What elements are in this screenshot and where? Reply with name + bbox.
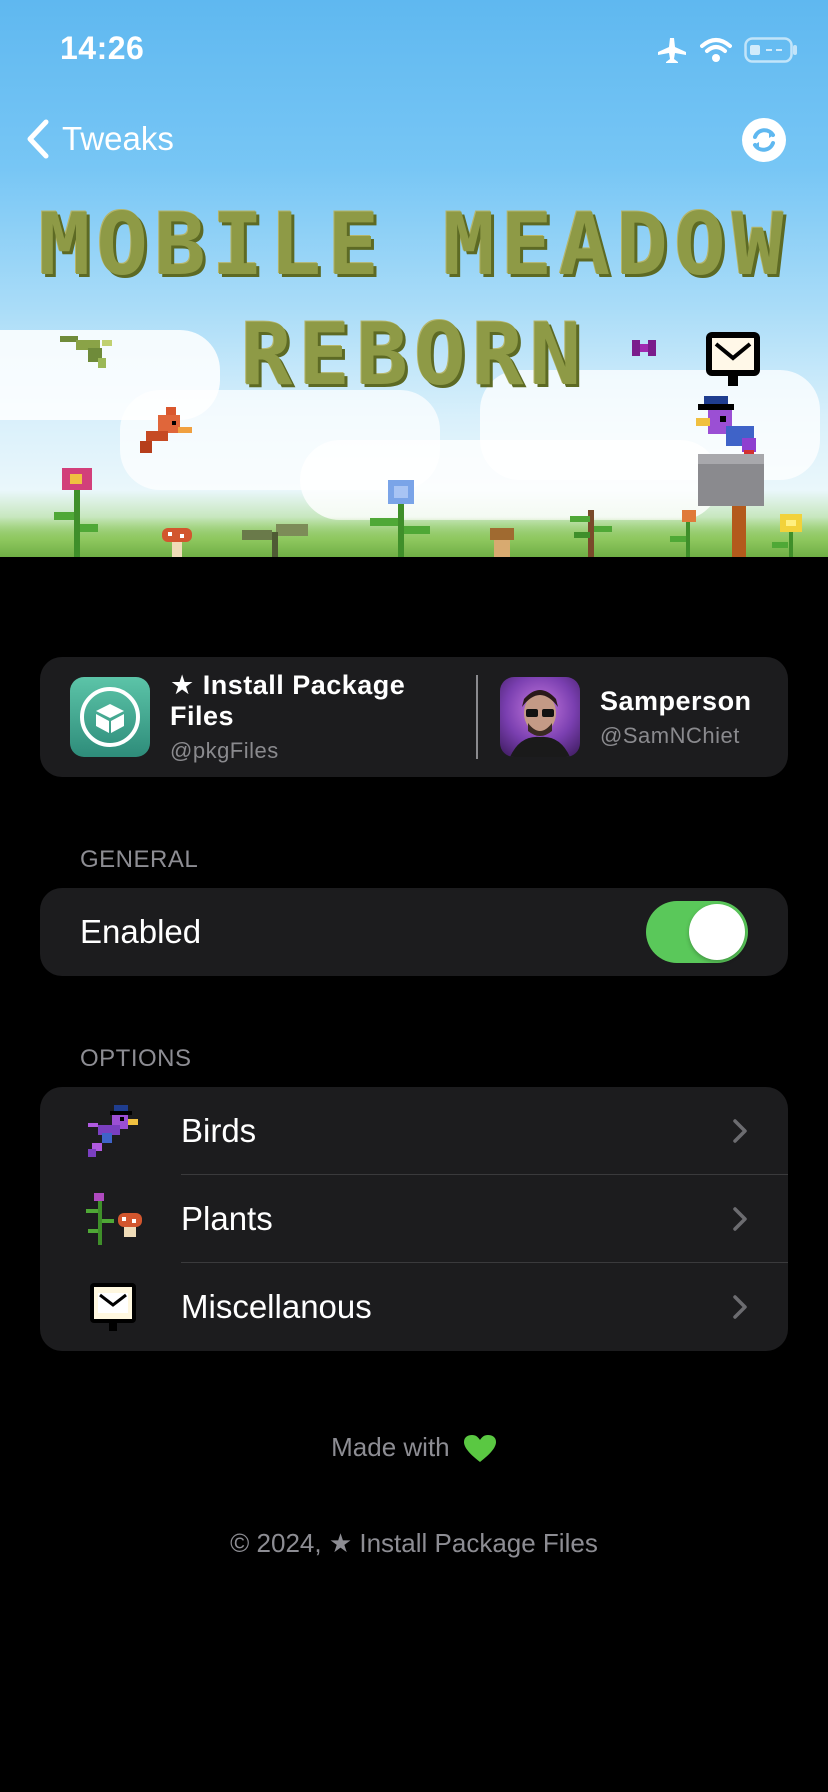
options-list: Birds Plants Miscellanous — [40, 1087, 788, 1351]
option-plants[interactable]: Plants — [40, 1175, 788, 1263]
chevron-right-icon — [733, 1119, 747, 1143]
wifi-icon — [700, 38, 732, 62]
back-button[interactable]: Tweaks — [24, 118, 174, 160]
credit-name: ★ Install Package Files — [170, 670, 406, 731]
made-with-text: Made with — [0, 1432, 828, 1464]
refresh-button[interactable] — [742, 118, 786, 162]
enabled-toggle[interactable] — [646, 901, 748, 963]
battery-icon — [744, 37, 797, 63]
plant-icon — [86, 1193, 142, 1245]
chevron-left-icon — [27, 119, 49, 159]
option-label: Plants — [181, 1200, 273, 1237]
toggle-knob — [689, 904, 745, 960]
credit-samperson[interactable]: Samperson @SamNChiet — [478, 657, 752, 777]
refresh-icon — [753, 128, 775, 152]
option-label: Birds — [181, 1112, 257, 1149]
green-heart-icon — [463, 1435, 496, 1463]
mushroom-icon — [162, 528, 192, 557]
blue-flower-icon — [370, 480, 430, 557]
chevron-right-icon — [733, 1207, 747, 1231]
credit-handle: @SamNChiet — [600, 722, 740, 748]
cloud — [300, 440, 720, 520]
package-icon — [70, 677, 150, 757]
credit-install-package-files[interactable]: ★ Install Package Files @pkgFiles — [40, 657, 476, 777]
status-bar: 14:26 — [0, 0, 828, 100]
acorn-icon — [490, 528, 514, 557]
credit-name: Samperson — [600, 685, 752, 716]
yellow-flower-icon — [772, 514, 802, 557]
option-label: Miscellanous — [181, 1288, 372, 1325]
credits-card: ★ Install Package Files @pkgFiles Samper… — [40, 657, 788, 777]
mail-sign-icon — [706, 332, 760, 386]
status-time: 14:26 — [60, 30, 145, 66]
red-bird-icon — [140, 407, 192, 453]
enabled-label: Enabled — [80, 913, 202, 950]
made-with-label: Made with — [331, 1432, 450, 1462]
avatar — [500, 677, 580, 757]
mailbox-sign-icon — [90, 1283, 136, 1331]
option-miscellanous[interactable]: Miscellanous — [40, 1263, 788, 1351]
option-birds[interactable]: Birds — [40, 1087, 788, 1175]
section-header-options: OPTIONS — [80, 1045, 192, 1072]
back-button-label: Tweaks — [62, 120, 174, 157]
status-icons — [656, 36, 798, 64]
twig-icon — [570, 510, 612, 557]
bird-icon — [88, 1105, 138, 1157]
copyright-text: © 2024, ★ Install Package Files — [230, 1528, 598, 1558]
chevron-right-icon — [733, 1295, 747, 1319]
bow-icon — [632, 340, 656, 356]
enabled-row: Enabled — [40, 888, 788, 976]
section-header-general: GENERAL — [80, 846, 199, 873]
airplane-icon — [658, 38, 686, 63]
credit-handle: @pkgFiles — [170, 738, 279, 763]
banner-title-line1: MOBILE MEADOW — [38, 195, 790, 295]
leaf-plant-icon — [242, 524, 308, 557]
pink-flower-icon — [54, 468, 98, 557]
orange-flower-icon — [670, 510, 696, 557]
hummingbird-icon — [60, 336, 112, 368]
